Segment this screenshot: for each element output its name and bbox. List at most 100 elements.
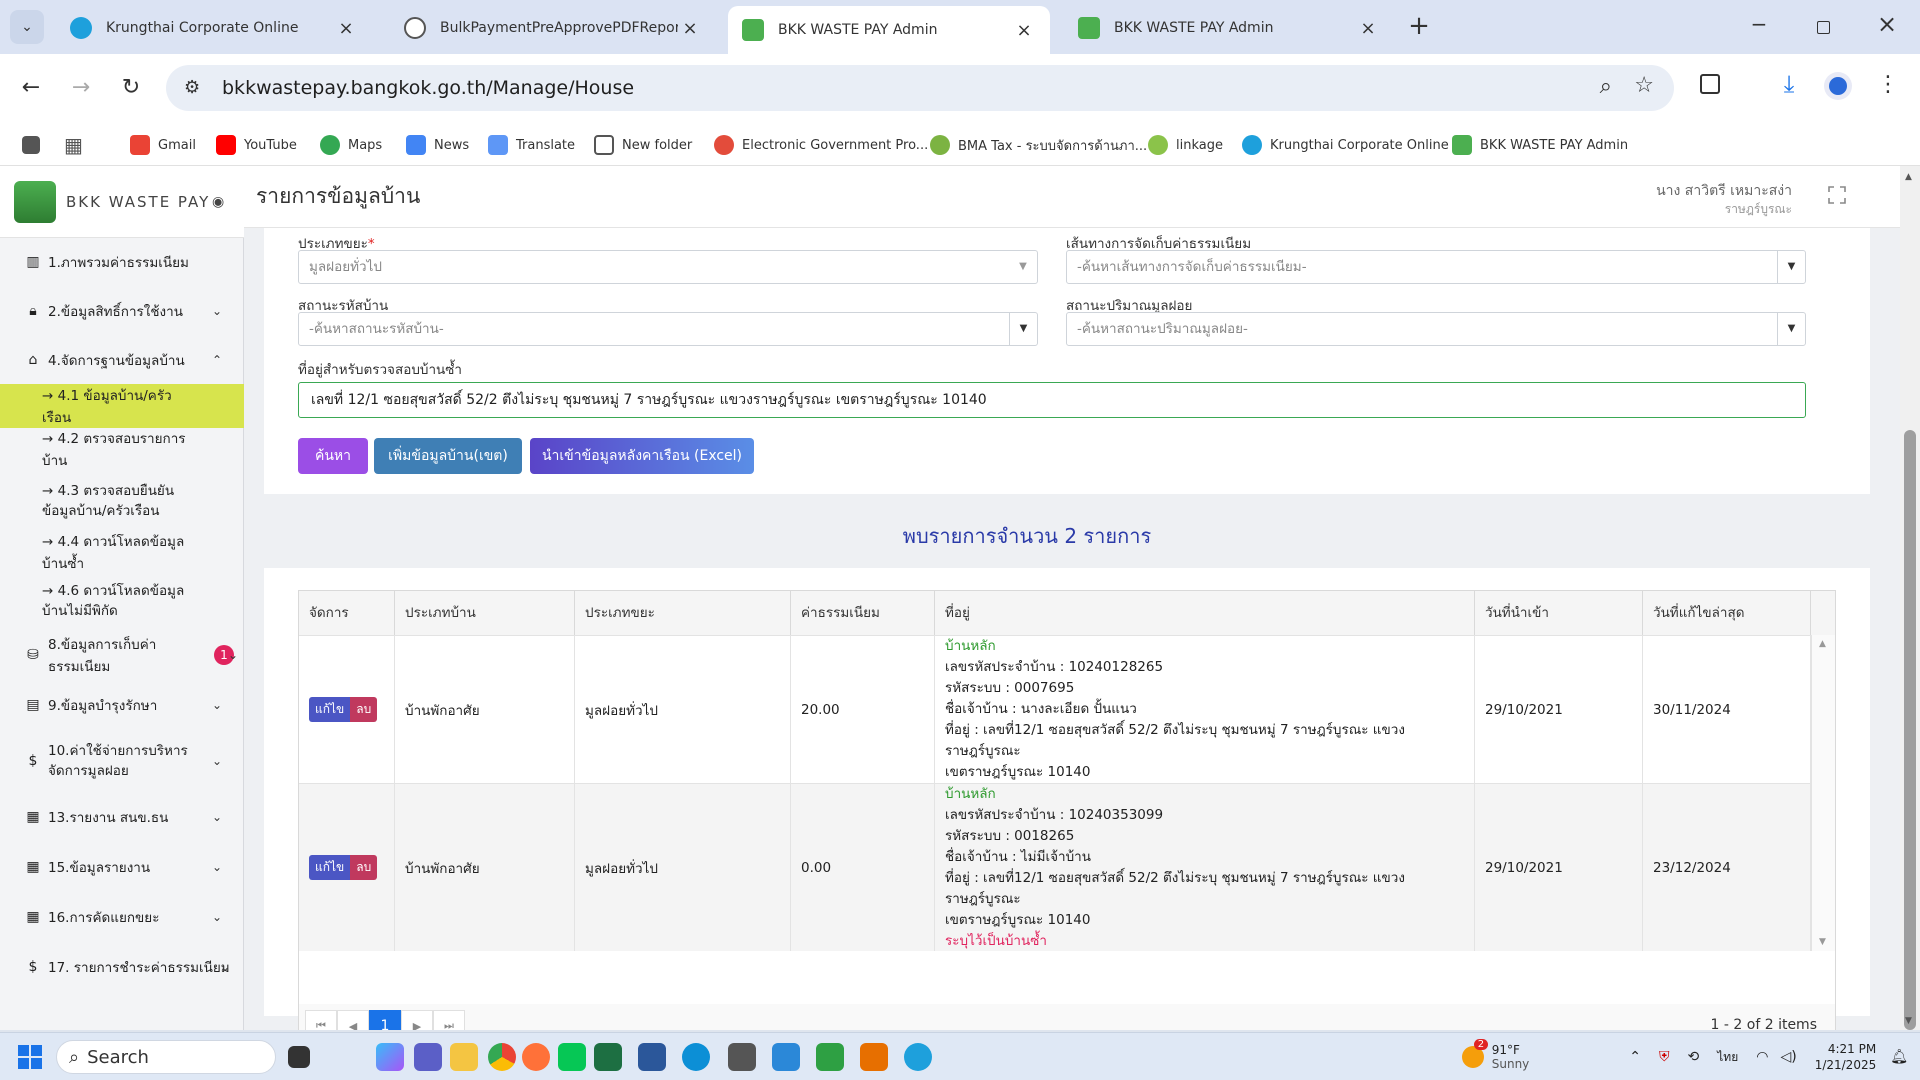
close-icon[interactable]: × <box>678 18 702 39</box>
edit-button[interactable]: แก้ไข <box>309 697 351 722</box>
word-icon[interactable] <box>638 1043 666 1071</box>
route-select[interactable]: -ค้นหาเส้นทางการจัดเก็บค่าธรรมเนียม- ▼ <box>1066 250 1806 284</box>
sidebar-item-download-duplicate[interactable]: → 4.4 ดาวน์โหลดข้อมูลบ้านซ้ำ <box>0 532 244 572</box>
browser-tab-1[interactable]: Krungthai Corporate Online × <box>56 6 372 50</box>
bookmark-krungthai[interactable]: Krungthai Corporate Online <box>1242 132 1449 158</box>
prev-page-button[interactable]: ◀ <box>337 1010 369 1030</box>
page-number-button[interactable]: 1 <box>369 1010 401 1030</box>
notepad-icon[interactable] <box>772 1043 800 1071</box>
krungthai-app-icon[interactable] <box>904 1043 932 1071</box>
reload-button[interactable]: ↻ <box>114 70 148 104</box>
bookmark-star-icon[interactable]: ☆ <box>1634 73 1654 98</box>
excel-icon[interactable] <box>594 1043 622 1071</box>
bookmark-translate[interactable]: Translate <box>488 132 575 158</box>
close-icon[interactable]: × <box>1012 20 1036 41</box>
new-tab-button[interactable]: + <box>1404 12 1434 42</box>
weather-widget[interactable]: 2 91°F Sunny <box>1461 1039 1529 1071</box>
search-button[interactable]: ค้นหา <box>298 438 368 474</box>
browser-tab-2[interactable]: BulkPaymentPreApprovePDFReport_2316 × <box>390 6 716 50</box>
bookmark-bkk-waste-pay[interactable]: BKK WASTE PAY Admin <box>1452 132 1628 158</box>
delete-button[interactable]: ลบ <box>350 855 378 880</box>
bookmark-egov[interactable]: Electronic Government Pro... <box>714 132 928 158</box>
sidebar-item-management-cost[interactable]: $ 10.ค่าใช้จ่ายการบริหารจัดการมูลฝอย ⌄ <box>0 730 244 792</box>
duplicate-address-input[interactable]: เลขที่ 12/1 ซอยสุขสวัสดิ์ 52/2 ตึงไม่ระบ… <box>298 382 1806 418</box>
sidebar-item-fee-overview[interactable]: ▥ 1.ภาพรวมค่าธรรมเนียม <box>0 238 244 286</box>
column-header-house-type[interactable]: ประเภทบ้าน <box>395 591 575 635</box>
bookmark-gmail[interactable]: Gmail <box>130 132 196 158</box>
chevron-up-icon[interactable]: ⌃ <box>1629 1049 1641 1065</box>
column-header-address[interactable]: ที่อยู่ <box>935 591 1475 635</box>
sidebar-item-fee-collection[interactable]: ⛁ 8.ข้อมูลการเก็บค่าธรรมเนียม 1 ⌄ <box>0 630 244 680</box>
wifi-icon[interactable]: ◠ <box>1756 1049 1768 1065</box>
import-excel-button[interactable]: นำเข้าข้อมูลหลังคาเรือน (Excel) <box>530 438 754 474</box>
security-icon[interactable]: ⛨ <box>1659 1049 1670 1065</box>
browser-menu-button[interactable]: ⋮ <box>1876 70 1900 100</box>
scroll-down-icon[interactable]: ▼ <box>1819 937 1826 947</box>
sidebar-toggle-icon[interactable] <box>22 132 40 158</box>
bookmark-maps[interactable]: Maps <box>320 132 382 158</box>
line-icon[interactable] <box>558 1043 586 1071</box>
calculator-icon[interactable] <box>728 1043 756 1071</box>
sidebar-item-waste-separation[interactable]: ▦ 16.การคัดแยกขยะ ⌄ <box>0 892 244 942</box>
column-header-import-date[interactable]: วันที่นำเข้า <box>1475 591 1643 635</box>
fullscreen-icon[interactable] <box>1828 186 1846 204</box>
scrollbar-thumb[interactable] <box>1904 430 1916 1030</box>
bookmark-youtube[interactable]: YouTube <box>216 132 297 158</box>
column-header-modified-date[interactable]: วันที่แก้ไขล่าสุด <box>1643 591 1811 635</box>
restore-button[interactable] <box>1808 12 1838 42</box>
site-info-icon[interactable]: ⚙ <box>184 77 200 98</box>
tab-search-button[interactable]: ⌄ <box>10 10 44 44</box>
zoom-icon[interactable]: ⌕ <box>1600 74 1612 99</box>
table-scrollbar[interactable]: ▲ ▼ <box>1811 635 1835 951</box>
bookmark-bma-tax[interactable]: BMA Tax - ระบบจัดการด้านภา... <box>930 132 1147 158</box>
app-logo[interactable]: BKK WASTE PAY ◉ <box>0 166 244 238</box>
close-icon[interactable]: × <box>1356 18 1380 39</box>
notifications-bell-icon[interactable]: 🔔︎ <box>1890 1049 1908 1065</box>
close-window-button[interactable]: × <box>1872 10 1902 40</box>
house-code-status-select[interactable]: -ค้นหาสถานะรหัสบ้าน- ▼ <box>298 312 1038 346</box>
task-view-icon[interactable] <box>288 1046 310 1068</box>
start-button[interactable] <box>18 1045 42 1069</box>
column-header-fee[interactable]: ค่าธรรมเนียม <box>791 591 935 635</box>
file-explorer-icon[interactable] <box>450 1043 478 1071</box>
scroll-up-icon[interactable]: ▲ <box>1819 639 1826 649</box>
edit-button[interactable]: แก้ไข <box>309 855 351 880</box>
sidebar-item-maintenance[interactable]: ▤ 9.ข้อมูลบำรุงรักษา ⌄ <box>0 680 244 730</box>
sidebar-item-download-no-coords[interactable]: → 4.6 ดาวน์โหลดข้อมูลบ้านไม่มีพิกัด <box>0 572 244 630</box>
delete-button[interactable]: ลบ <box>350 697 378 722</box>
sidebar-item-fee-payments[interactable]: $ 17. รายการชำระค่าธรรมเนียม ⌄ <box>0 942 244 992</box>
extensions-button[interactable] <box>1700 74 1726 100</box>
firefox-icon[interactable] <box>522 1043 550 1071</box>
teams-icon[interactable] <box>414 1043 442 1071</box>
first-page-button[interactable]: ⏮ <box>305 1010 337 1030</box>
profile-button[interactable] <box>1824 72 1852 100</box>
volume-icon[interactable]: ◁) <box>1780 1049 1796 1065</box>
add-house-button[interactable]: เพิ่มข้อมูลบ้าน(เขต) <box>374 438 522 474</box>
apps-grid-icon[interactable]: ▦ <box>64 132 83 158</box>
sidebar-item-report-13[interactable]: ▦ 13.รายงาน สนข.ธน ⌄ <box>0 792 244 842</box>
scroll-down-icon[interactable]: ▼ <box>1905 1016 1912 1026</box>
bookmark-news[interactable]: News <box>406 132 469 158</box>
chrome-icon[interactable] <box>488 1043 516 1071</box>
next-page-button[interactable]: ▶ <box>401 1010 433 1030</box>
waste-type-select[interactable]: มูลฝอยทั่วไป ▼ <box>298 250 1038 284</box>
edge-icon[interactable] <box>682 1043 710 1071</box>
sidebar-item-verify-house[interactable]: → 4.3 ตรวจสอบยืนยันข้อมูลบ้าน/ครัวเรือน <box>0 470 244 532</box>
browser-tab-4[interactable]: BKK WASTE PAY Admin × <box>1064 6 1394 50</box>
taskbar-search[interactable]: ⌕ Search <box>56 1040 276 1074</box>
eye-toggle-icon[interactable]: ◉ <box>212 194 224 210</box>
sidebar-item-report-15[interactable]: ▦ 15.ข้อมูลรายงาน ⌄ <box>0 842 244 892</box>
bookmark-new-folder[interactable]: New folder <box>594 132 692 158</box>
clock[interactable]: 4:21 PM 1/21/2025 <box>1815 1041 1877 1073</box>
sidebar-item-house-db[interactable]: ⌂ 4.จัดการฐานข้อมูลบ้าน ⌃ <box>0 336 244 384</box>
downloads-button[interactable]: ⤓ <box>1774 70 1804 100</box>
sidebar-item-check-house[interactable]: → 4.2 ตรวจสอบรายการบ้าน <box>0 428 244 470</box>
page-scrollbar[interactable]: ▲ ▼ <box>1900 166 1920 1030</box>
address-bar[interactable]: ⚙ bkkwastepay.bangkok.go.th/Manage/House… <box>166 65 1674 111</box>
waste-amount-status-select[interactable]: -ค้นหาสถานะปริมาณมูลฝอย- ▼ <box>1066 312 1806 346</box>
browser-tab-3-active[interactable]: BKK WASTE PAY Admin × <box>728 6 1050 54</box>
input-language[interactable]: ไทย <box>1717 1048 1738 1067</box>
last-page-button[interactable]: ⏭ <box>433 1010 465 1030</box>
green-app-icon[interactable] <box>816 1043 844 1071</box>
copilot-icon[interactable] <box>376 1043 404 1071</box>
